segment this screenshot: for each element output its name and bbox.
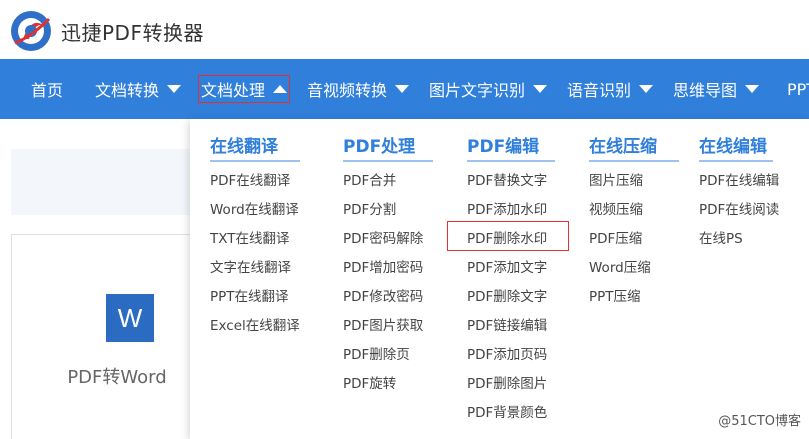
nav-label: 思维导图 (673, 81, 738, 100)
nav-label: 语音识别 (567, 81, 632, 100)
menu-item-pdf-rotate[interactable]: PDF旋转 (343, 372, 396, 392)
nav-label: 首页 (31, 81, 64, 100)
menu-item-pdf-merge[interactable]: PDF合并 (343, 169, 396, 189)
column-underline (343, 160, 433, 162)
nav-item-doc-process[interactable]: 文档处理 (197, 59, 291, 119)
main-nav: 首页 文档转换 文档处理 音视频转换 图片文字识别 语音识别 思维导图 PPT (0, 59, 809, 119)
menu-item-pdf-replace-text[interactable]: PDF替换文字 (467, 169, 547, 189)
menu-item-pdf-add-text[interactable]: PDF添加文字 (467, 256, 547, 276)
menu-item-pdf-background-color[interactable]: PDF背景颜色 (467, 401, 547, 421)
nav-label: 文档处理 (201, 81, 266, 100)
menu-item-pdf-translate[interactable]: PDF在线翻译 (210, 169, 290, 189)
menu-item-pdf-extract-images[interactable]: PDF图片获取 (343, 314, 423, 334)
word-icon: W (106, 294, 154, 342)
nav-item-ppt[interactable]: PPT (787, 59, 809, 119)
menu-item-text-translate[interactable]: 文字在线翻译 (210, 256, 291, 276)
nav-label: 音视频转换 (307, 81, 388, 100)
app-header: 迅捷PDF转换器 (0, 0, 809, 59)
menu-item-pdf-delete-page[interactable]: PDF删除页 (343, 343, 410, 363)
nav-item-home[interactable]: 首页 (31, 59, 63, 119)
doc-process-dropdown: 在线翻译 PDF在线翻译 Word在线翻译 TXT在线翻译 文字在线翻译 PPT… (190, 119, 809, 439)
menu-item-image-compress[interactable]: 图片压缩 (589, 169, 643, 189)
column-title-compress: 在线压缩 (589, 137, 657, 157)
column-title-pdf-edit: PDF编辑 (467, 137, 540, 157)
menu-item-pdf-remove-watermark[interactable]: PDF删除水印 (467, 227, 547, 247)
menu-item-pdf-split[interactable]: PDF分割 (343, 198, 396, 218)
menu-item-pdf-delete-text[interactable]: PDF删除文字 (467, 285, 547, 305)
menu-item-pdf-add-watermark[interactable]: PDF添加水印 (467, 198, 547, 218)
menu-item-pdf-online-read[interactable]: PDF在线阅读 (699, 198, 779, 218)
column-title-translate: 在线翻译 (210, 137, 278, 157)
menu-item-pdf-compress[interactable]: PDF压缩 (589, 227, 642, 247)
column-underline (699, 160, 773, 162)
menu-item-ppt-translate[interactable]: PPT在线翻译 (210, 285, 289, 305)
menu-item-word-translate[interactable]: Word在线翻译 (210, 198, 299, 218)
watermark: @51CTO博客 (718, 414, 801, 429)
menu-item-word-compress[interactable]: Word压缩 (589, 256, 651, 276)
column-title-pdf-process: PDF处理 (343, 137, 416, 157)
column-underline (589, 160, 679, 162)
menu-item-pdf-unlock[interactable]: PDF密码解除 (343, 227, 423, 247)
menu-item-pdf-add-password[interactable]: PDF增加密码 (343, 256, 423, 276)
menu-item-txt-translate[interactable]: TXT在线翻译 (210, 227, 290, 247)
menu-item-pdf-add-page-number[interactable]: PDF添加页码 (467, 343, 547, 363)
app-title: 迅捷PDF转换器 (61, 21, 204, 45)
column-underline (210, 160, 300, 162)
menu-item-online-ps[interactable]: 在线PS (699, 227, 743, 247)
caret-down-icon (639, 85, 654, 93)
menu-item-ppt-compress[interactable]: PPT压缩 (589, 285, 641, 305)
caret-down-icon (167, 85, 182, 93)
column-title-online-edit: 在线编辑 (699, 137, 767, 157)
caret-down-icon (745, 85, 760, 93)
nav-item-av-convert[interactable]: 音视频转换 (307, 59, 410, 119)
nav-label: 图片文字识别 (429, 81, 526, 100)
menu-item-excel-translate[interactable]: Excel在线翻译 (210, 314, 300, 334)
nav-item-doc-convert[interactable]: 文档转换 (95, 59, 182, 119)
caret-down-icon (533, 85, 548, 93)
menu-item-video-compress[interactable]: 视频压缩 (589, 198, 643, 218)
caret-down-icon (395, 85, 410, 93)
nav-label: PPT (787, 79, 809, 99)
menu-item-pdf-link-edit[interactable]: PDF链接编辑 (467, 314, 547, 334)
nav-item-ocr[interactable]: 图片文字识别 (429, 59, 548, 119)
nav-item-mindmap[interactable]: 思维导图 (673, 59, 760, 119)
nav-label: 文档转换 (95, 81, 160, 100)
caret-up-icon (273, 85, 288, 93)
app-logo-icon (11, 11, 51, 51)
nav-item-speech[interactable]: 语音识别 (567, 59, 654, 119)
menu-item-pdf-online-edit[interactable]: PDF在线编辑 (699, 169, 779, 189)
column-underline (467, 160, 555, 162)
menu-item-pdf-delete-image[interactable]: PDF删除图片 (467, 372, 547, 392)
menu-item-pdf-change-password[interactable]: PDF修改密码 (343, 285, 423, 305)
